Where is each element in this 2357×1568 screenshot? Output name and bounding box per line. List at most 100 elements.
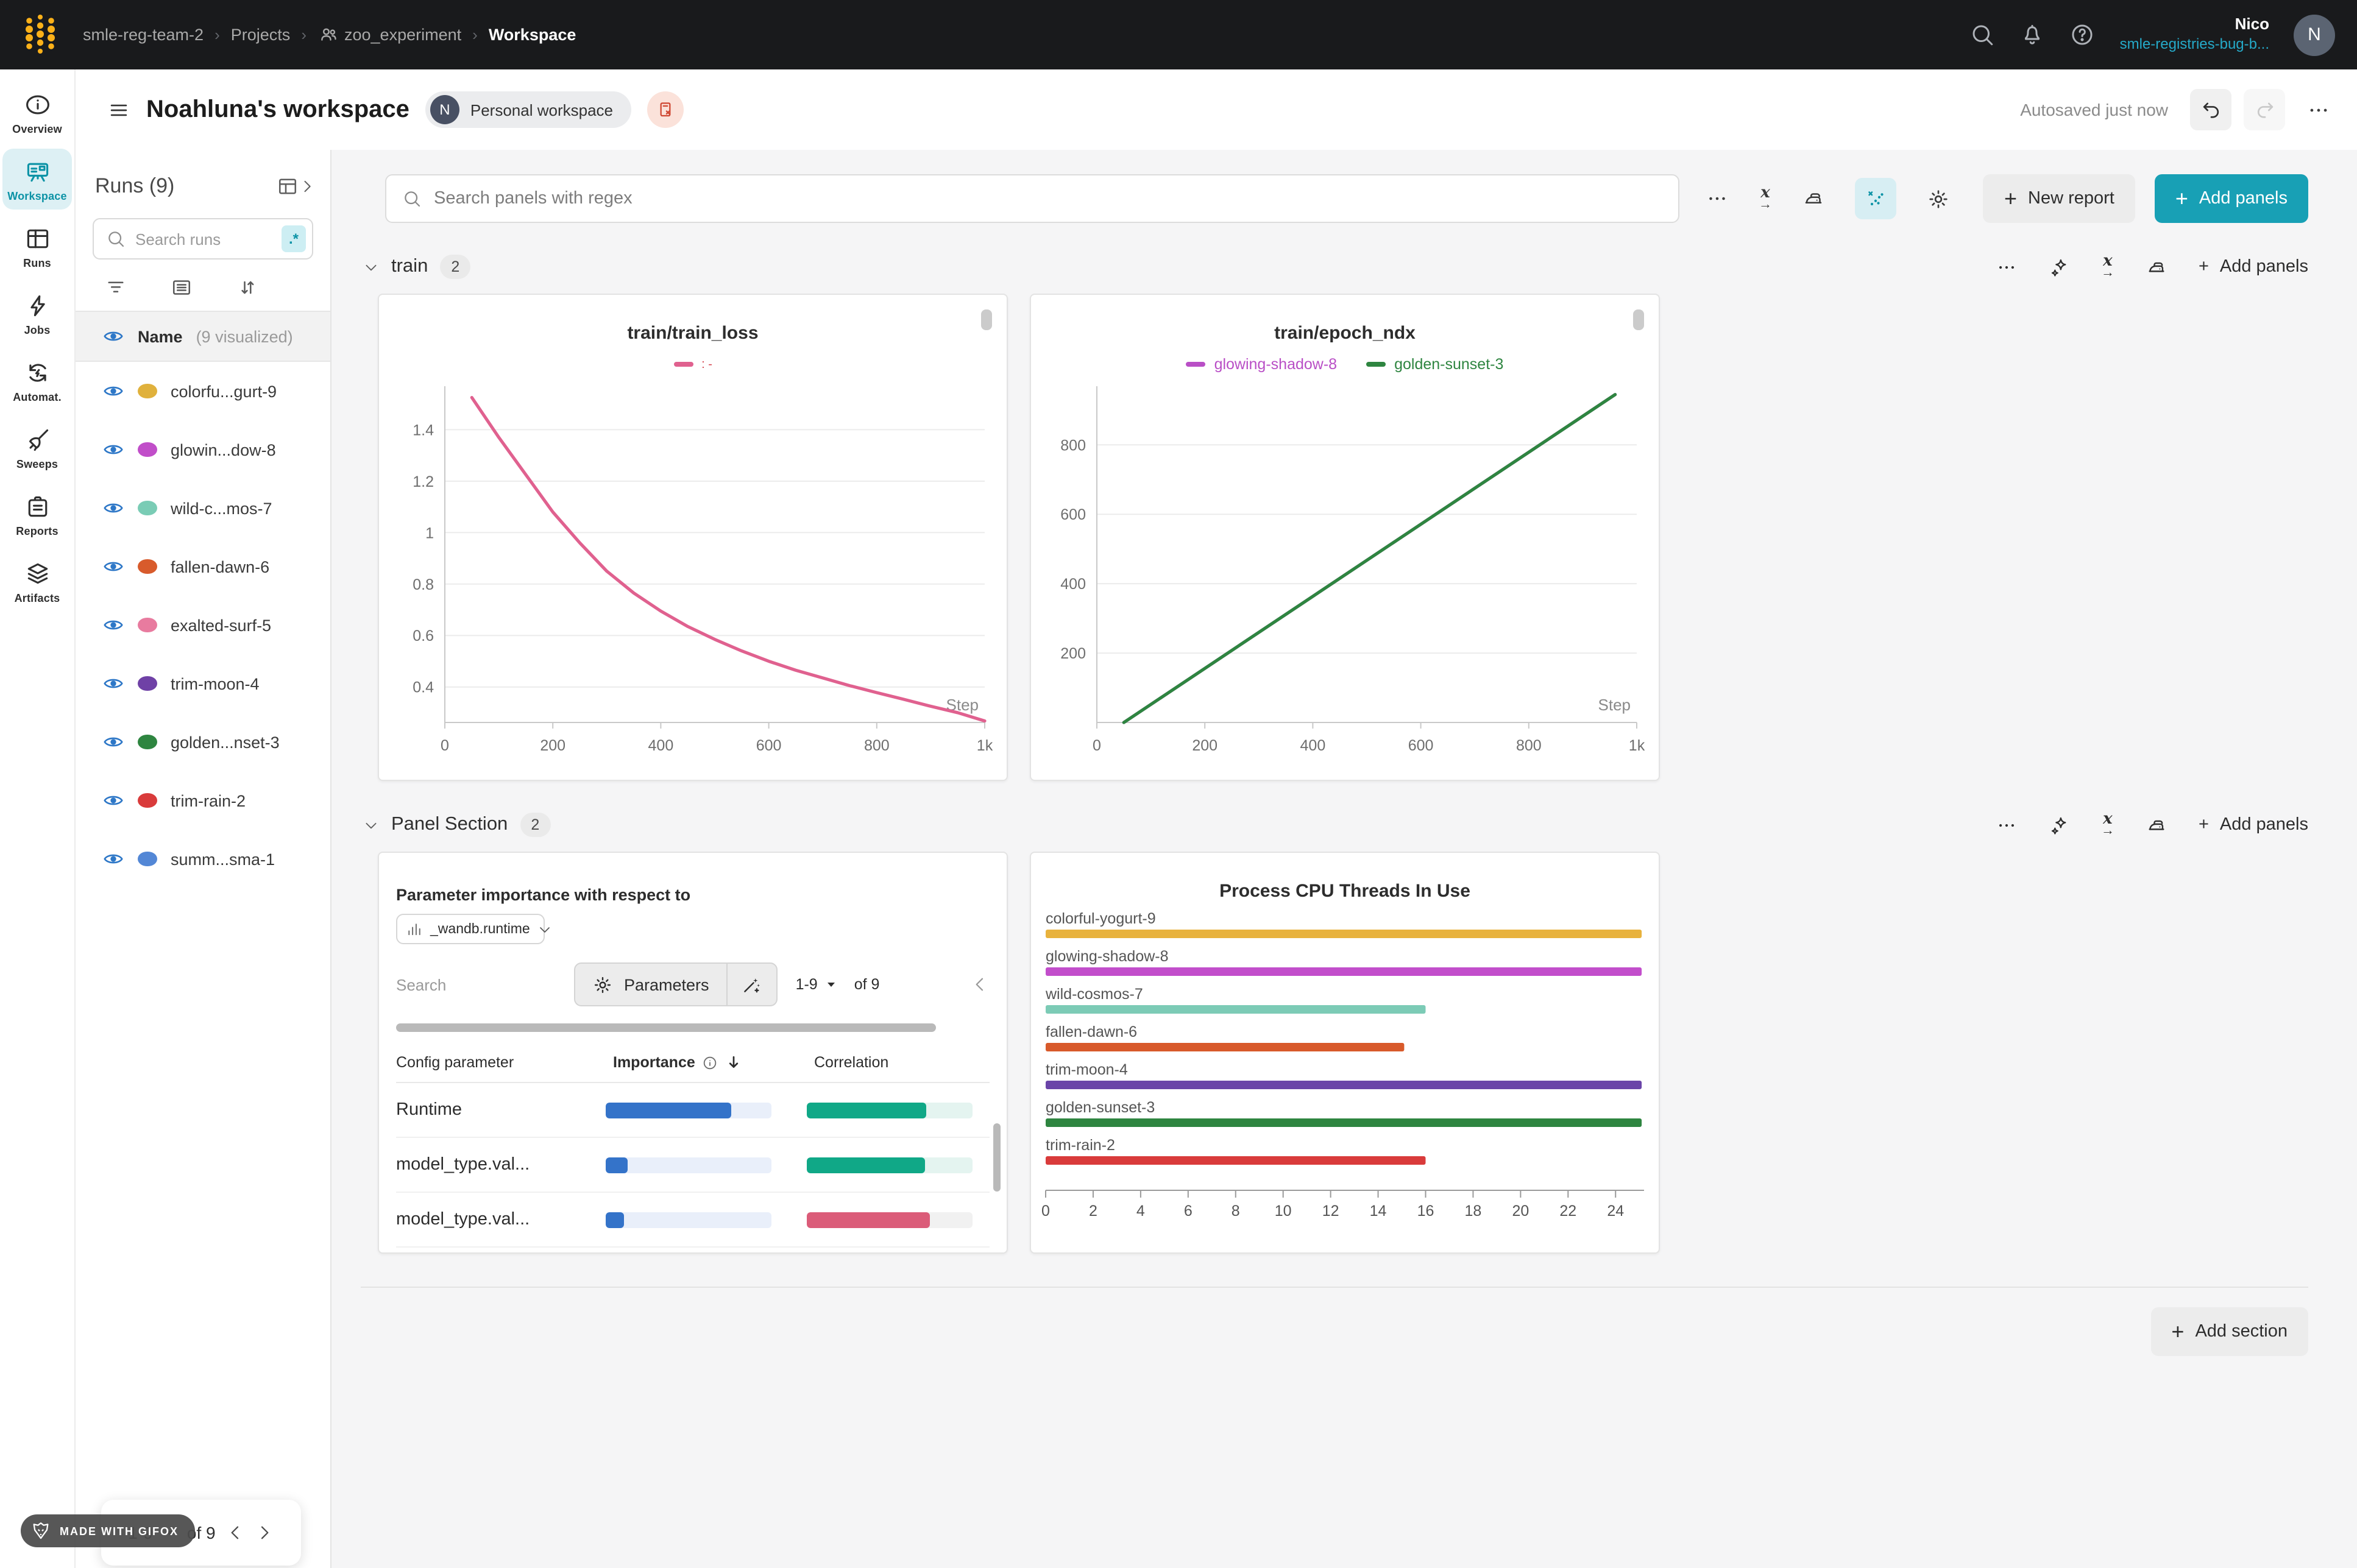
notifications-bell-icon[interactable] xyxy=(2020,22,2046,48)
runs-search-input[interactable] xyxy=(135,230,272,248)
smoothing-icon[interactable] xyxy=(2146,256,2167,277)
param-prev-page-icon[interactable] xyxy=(970,975,990,994)
panel-search-input[interactable] xyxy=(434,189,1662,208)
section-add-panels-button[interactable]: +Add panels xyxy=(2199,257,2308,277)
run-name[interactable]: exalted-surf-5 xyxy=(171,616,271,634)
help-icon[interactable] xyxy=(2070,22,2096,48)
run-row[interactable]: trim-rain-2 xyxy=(76,771,330,830)
param-table-row[interactable]: model_type.val... xyxy=(396,1193,990,1248)
section-more-menu-icon[interactable] xyxy=(1996,814,2017,835)
run-row[interactable]: exalted-surf-5 xyxy=(76,596,330,654)
runs-table-expand-icon[interactable] xyxy=(277,175,299,197)
new-report-button[interactable]: +New report xyxy=(1983,174,2135,223)
legend-entry[interactable]: : - xyxy=(673,358,712,371)
section-name[interactable]: Panel Section xyxy=(391,814,508,836)
prev-page-button[interactable] xyxy=(225,1523,245,1542)
sidebar-item-artifacts[interactable]: Artifacts xyxy=(2,551,72,612)
clear-workspace-button[interactable] xyxy=(647,91,684,128)
workspace-settings-gear-icon[interactable] xyxy=(1927,187,1950,210)
visibility-eye-icon[interactable] xyxy=(102,556,124,577)
add-section-button[interactable]: +Add section xyxy=(2150,1307,2308,1356)
col-importance[interactable]: Importance xyxy=(613,1054,814,1071)
avatar[interactable]: N xyxy=(2294,14,2335,55)
user-team-link[interactable]: smle-registries-bug-b... xyxy=(2120,35,2269,54)
col-correlation[interactable]: Correlation xyxy=(814,1054,888,1071)
full-fidelity-toggle[interactable] xyxy=(1855,178,1896,219)
sparkle-icon[interactable] xyxy=(2049,256,2069,277)
run-name[interactable]: wild-c...mos-7 xyxy=(171,499,272,517)
run-row[interactable]: summ...sma-1 xyxy=(76,830,330,888)
visibility-eye-icon[interactable] xyxy=(102,789,124,811)
sidebar-item-runs[interactable]: Runs xyxy=(2,216,72,277)
metric-select[interactable]: _wandb.runtime xyxy=(396,914,545,944)
collapse-section-icon[interactable] xyxy=(363,817,379,833)
sidebar-item-sweeps[interactable]: Sweeps xyxy=(2,417,72,478)
drag-handle[interactable] xyxy=(1633,309,1644,330)
undo-button[interactable] xyxy=(2190,89,2231,130)
run-row[interactable]: colorfu...gurt-9 xyxy=(76,362,330,420)
run-name[interactable]: summ...sma-1 xyxy=(171,850,275,868)
sidebar-item-workspace[interactable]: Workspace xyxy=(2,149,72,210)
collapse-section-icon[interactable] xyxy=(363,259,379,275)
group-icon[interactable] xyxy=(171,277,193,298)
run-row[interactable]: wild-c...mos-7 xyxy=(76,479,330,537)
visibility-eye-icon[interactable] xyxy=(102,731,124,753)
workspace-owner-badge[interactable]: N Personal workspace xyxy=(425,91,631,128)
visibility-all-icon[interactable] xyxy=(102,325,124,347)
legend-entry[interactable]: golden-sunset-3 xyxy=(1366,356,1503,373)
run-row[interactable]: trim-moon-4 xyxy=(76,654,330,713)
sparkle-icon[interactable] xyxy=(2049,814,2069,835)
section-more-menu-icon[interactable] xyxy=(1996,256,2017,277)
visibility-eye-icon[interactable] xyxy=(102,380,124,402)
vscroll-thumb[interactable] xyxy=(993,1123,1001,1192)
parameters-button[interactable]: Parameters xyxy=(575,964,728,1005)
sidebar-item-reports[interactable]: Reports xyxy=(2,484,72,545)
workspace-more-menu-icon[interactable] xyxy=(2307,98,2330,121)
sidebar-item-automat[interactable]: Automat. xyxy=(2,350,72,411)
legend-entry[interactable]: glowing-shadow-8 xyxy=(1186,356,1338,373)
user-menu[interactable]: Nico smle-registries-bug-b... xyxy=(2120,15,2269,55)
hscroll-thumb[interactable] xyxy=(396,1023,936,1032)
col-config-parameter[interactable]: Config parameter xyxy=(396,1054,613,1071)
run-name[interactable]: fallen-dawn-6 xyxy=(171,557,269,576)
section-add-panels-button[interactable]: +Add panels xyxy=(2199,815,2308,835)
breadcrumb-item-workspace[interactable]: Workspace xyxy=(489,26,576,44)
sort-icon[interactable] xyxy=(236,277,258,298)
x-axis-settings-icon[interactable]: x→ xyxy=(1759,188,1772,210)
next-page-button[interactable] xyxy=(255,1523,274,1542)
filter-icon[interactable] xyxy=(105,277,127,298)
run-row[interactable]: glowin...dow-8 xyxy=(76,420,330,479)
sidebar-item-overview[interactable]: Overview xyxy=(2,82,72,143)
visibility-eye-icon[interactable] xyxy=(102,614,124,636)
panels-more-menu-icon[interactable] xyxy=(1706,188,1728,210)
param-search-input[interactable] xyxy=(396,975,530,994)
run-name[interactable]: trim-rain-2 xyxy=(171,791,246,810)
magic-wand-button[interactable] xyxy=(728,964,776,1005)
global-search-icon[interactable] xyxy=(1970,22,1996,48)
visibility-eye-icon[interactable] xyxy=(102,848,124,870)
breadcrumb-item-smle-reg-team-2[interactable]: smle-reg-team-2 xyxy=(83,26,204,44)
wandb-logo-icon[interactable] xyxy=(22,14,61,55)
run-name[interactable]: trim-moon-4 xyxy=(171,674,260,693)
visibility-eye-icon[interactable] xyxy=(102,673,124,694)
section-name[interactable]: train xyxy=(391,256,428,278)
visibility-eye-icon[interactable] xyxy=(102,439,124,461)
drag-handle[interactable] xyxy=(981,309,992,330)
param-table-row[interactable]: Runtime xyxy=(396,1083,990,1138)
run-name[interactable]: colorfu...gurt-9 xyxy=(171,382,277,400)
x-axis-settings-icon[interactable]: x→ xyxy=(2101,814,2114,836)
breadcrumb-item-projects[interactable]: Projects xyxy=(231,26,291,44)
add-panels-button[interactable]: +Add panels xyxy=(2155,174,2308,223)
run-row[interactable]: fallen-dawn-6 xyxy=(76,537,330,596)
regex-toggle[interactable]: .* xyxy=(282,225,306,252)
run-row[interactable]: golden...nset-3 xyxy=(76,713,330,771)
run-name[interactable]: golden...nset-3 xyxy=(171,733,280,751)
smoothing-icon[interactable] xyxy=(2146,814,2167,835)
run-name[interactable]: glowin...dow-8 xyxy=(171,440,276,459)
redo-button[interactable] xyxy=(2244,89,2285,130)
param-pagination-dropdown[interactable]: 1-9 of 9 xyxy=(796,976,880,993)
param-table-row[interactable]: model_type.val... xyxy=(396,1138,990,1193)
breadcrumb-item-zoo-experiment[interactable]: zoo_experiment xyxy=(317,24,461,45)
chevron-right-icon[interactable] xyxy=(299,178,316,195)
toggle-sidebar-icon[interactable] xyxy=(107,98,130,121)
